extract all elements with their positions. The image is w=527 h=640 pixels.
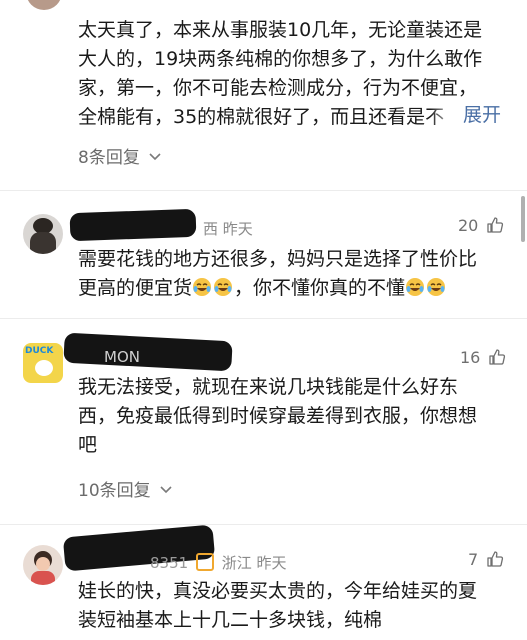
comment-body: 我无法接受，就现在来说几块钱能是什么好东 西，免疫最低得到时候穿最差得到衣服，你… [78,373,518,460]
comment-line: 吧 [78,434,98,456]
comment-line: 西，免疫最低得到时候穿最差得到衣服，你想想 [78,405,478,427]
divider [0,318,527,319]
avatar[interactable] [23,545,63,585]
scrollbar[interactable] [521,196,525,242]
expand-link[interactable]: 展开 [463,101,501,130]
like-count: 16 [460,348,481,367]
chevron-down-icon [160,486,172,494]
comment-line: 装短袖基本上十几二十多块钱，纯棉 [78,609,383,631]
location-time: 浙江 昨天 [221,554,287,572]
laughing-crying-emoji [213,277,233,297]
replies-toggle[interactable]: 8条回复 [78,143,161,168]
avatar-label: DUCK [25,346,54,356]
replies-toggle[interactable]: 10条回复 [78,476,172,501]
like-count: 7 [468,550,479,569]
comment-body: 娃长的快，真没必要买太贵的，今年给娃买的夏 装短袖基本上十几二十多块钱，纯棉 [78,577,518,635]
avatar[interactable] [26,0,62,10]
comment-line: 我无法接受，就现在来说几块钱能是什么好东 [78,376,459,398]
replies-label: 8条回复 [78,148,140,168]
comment-body: 需要花钱的地方还很多，妈妈只是选择了性价比 更高的便宜货 ，你不懂你真的不懂 [78,245,518,303]
comment-meta: 西 昨天 [203,220,253,238]
badge-icon [195,553,214,571]
replies-label: 10条回复 [78,481,151,501]
comment-line: 太天真了，本来从事服装10几年，无论童装还是 [78,19,483,41]
username-redacted [69,208,197,242]
thumbs-up-icon [487,551,504,567]
like-button[interactable]: 7 [468,550,504,569]
username-redacted [63,332,233,372]
thumbs-up-icon [489,349,506,365]
comment-line: 大人的，19块两条纯棉的你想多了，为什么敢作 [78,48,483,70]
divider [0,190,527,191]
like-button[interactable]: 16 [460,348,506,367]
comment-line: 更高的便宜货 ，你不懂你真的不懂 [78,274,518,303]
comment-line: 需要花钱的地方还很多，妈妈只是选择了性价比 [78,248,478,270]
comment-line: 家，第一，你不可能去检测成分，行为不便宜， [78,77,478,99]
avatar[interactable] [23,214,63,254]
comment-meta: MON [104,348,140,366]
username-partial: 8351 [150,554,189,572]
comment-line: 娃长的快，真没必要买太贵的，今年给娃买的夏 [78,580,478,602]
chevron-down-icon [149,153,161,161]
avatar[interactable]: DUCK [23,343,63,383]
laughing-crying-emoji [192,277,212,297]
laughing-crying-emoji [405,277,425,297]
like-count: 20 [458,216,479,235]
like-button[interactable]: 20 [458,216,504,235]
comment-meta: 8351 浙江 昨天 [150,552,287,573]
divider [0,524,527,525]
laughing-crying-emoji [426,277,446,297]
thumbs-up-icon [487,217,504,233]
